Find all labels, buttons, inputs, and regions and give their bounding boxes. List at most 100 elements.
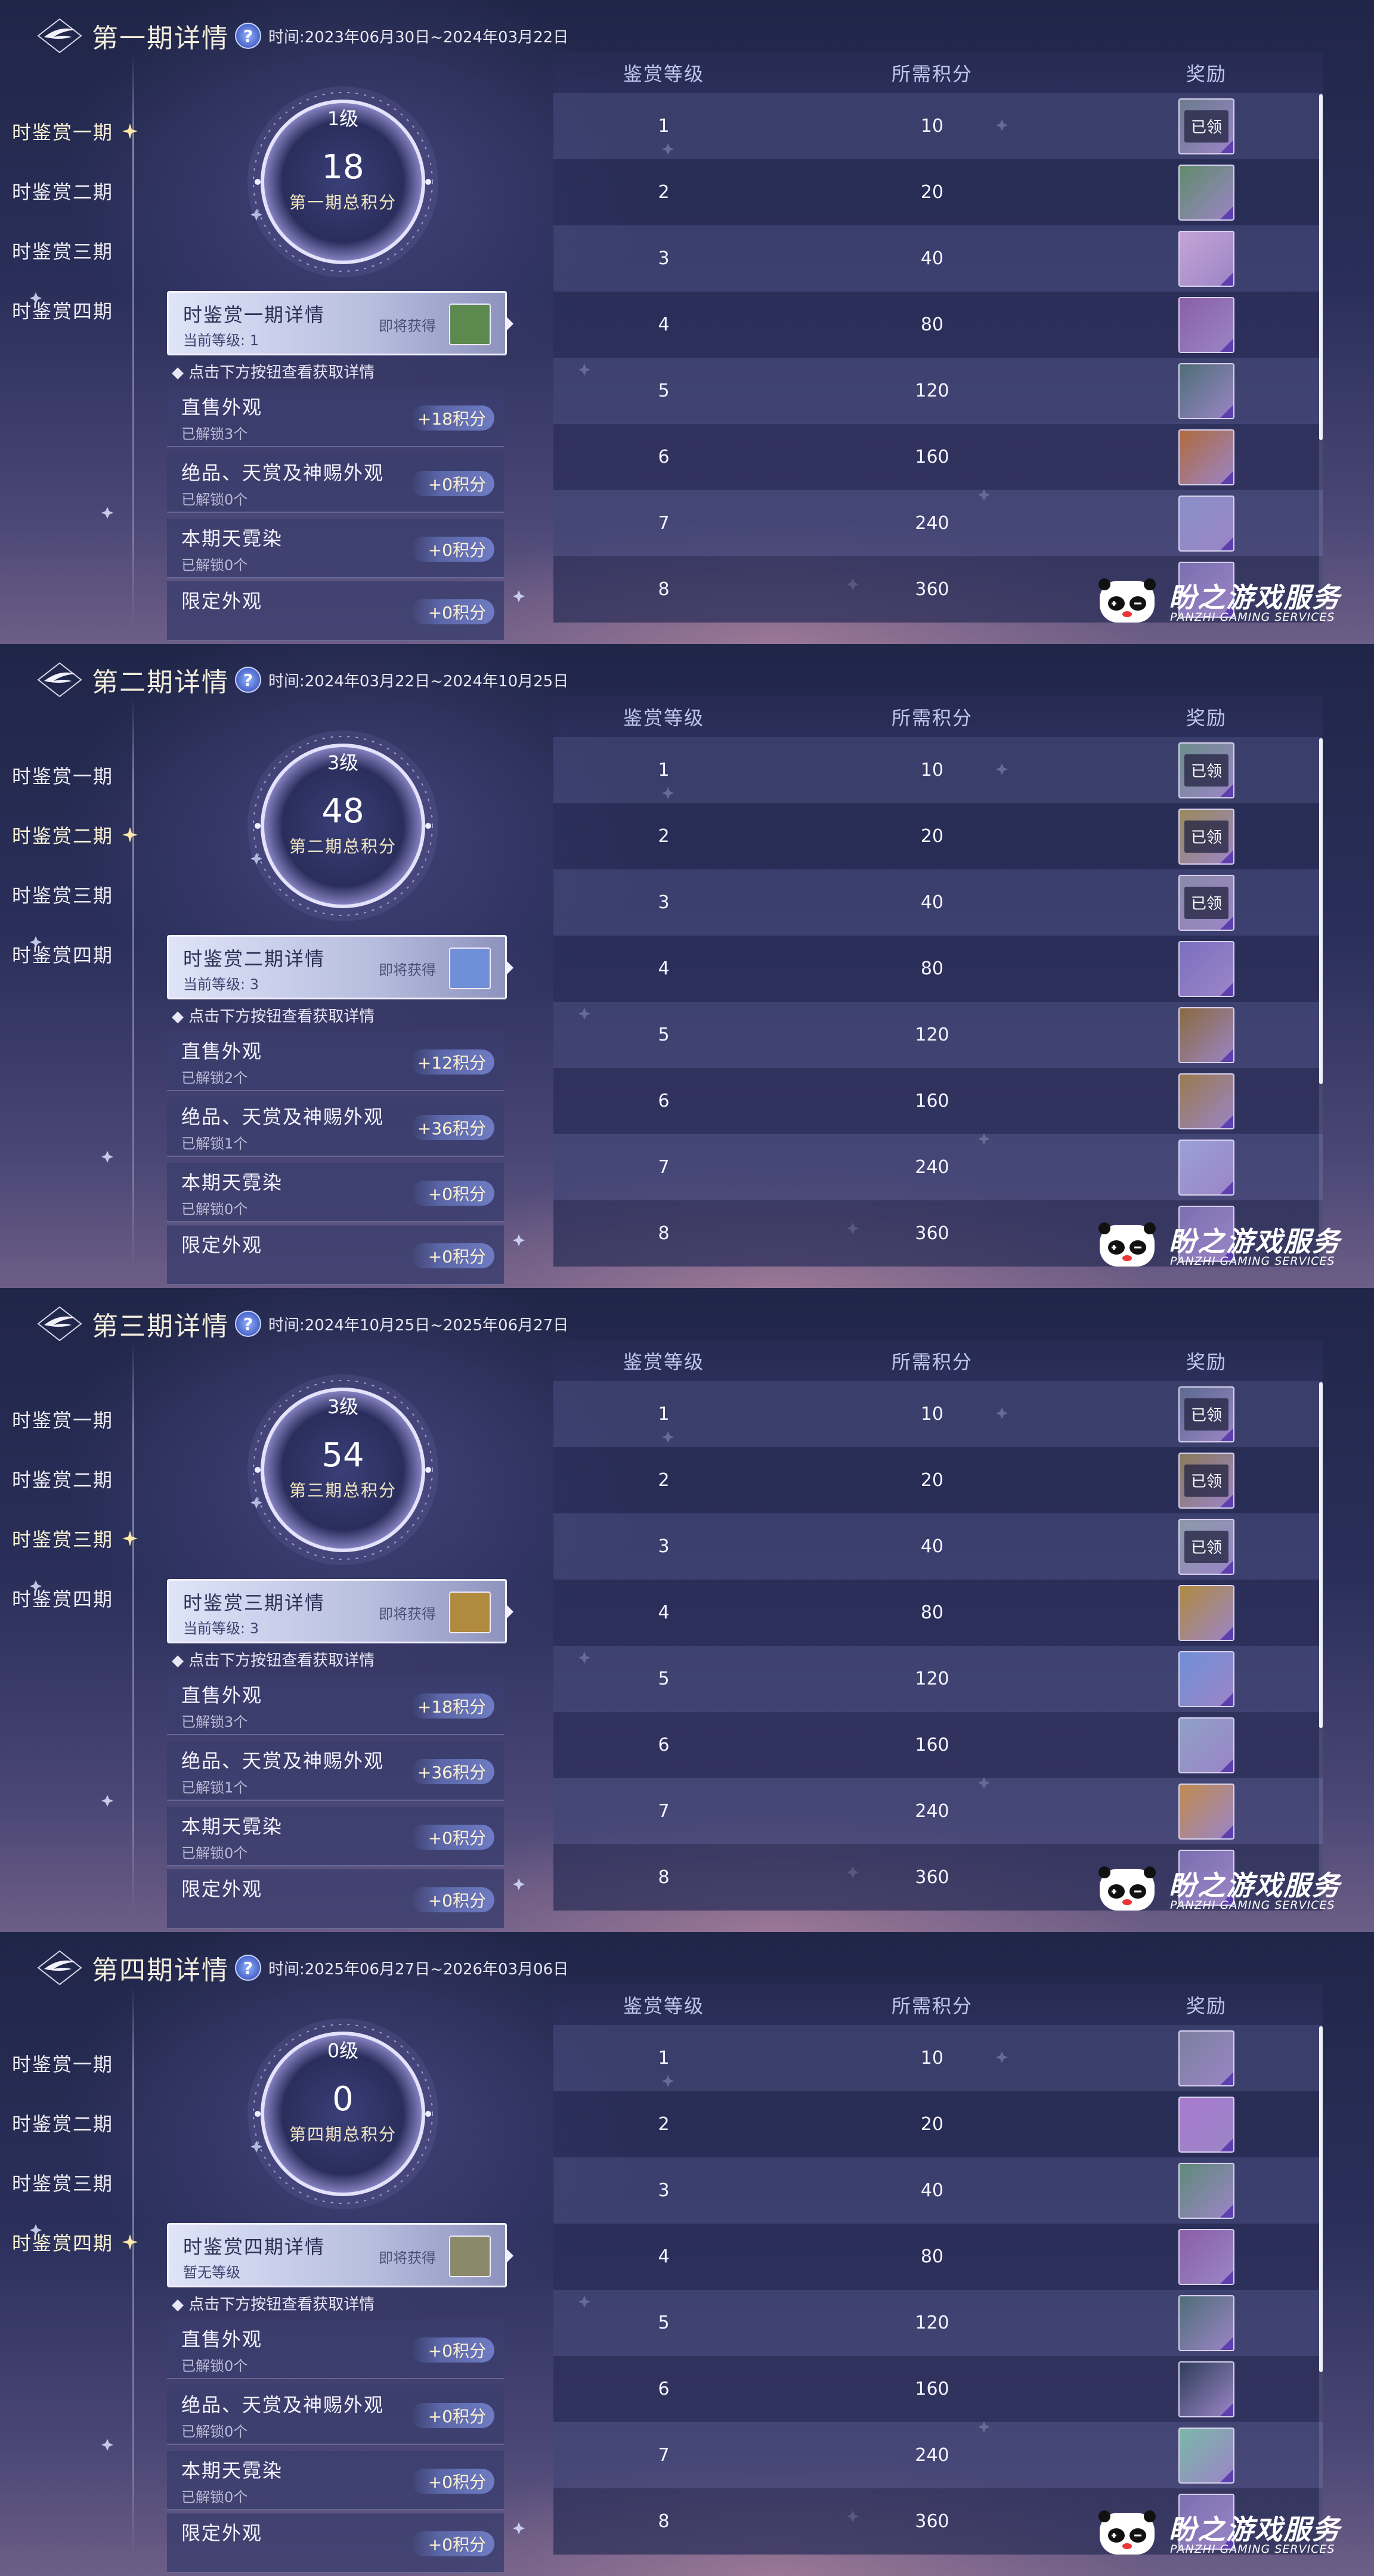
reward-item-icon[interactable] (1178, 1717, 1234, 1773)
reward-item-icon[interactable] (1178, 164, 1234, 221)
help-icon[interactable]: ? (235, 1955, 261, 1981)
category-button[interactable]: 绝品、天赏及神赐外观 已解锁1个 +36积分 (167, 1097, 504, 1157)
reward-item-icon[interactable] (1178, 429, 1234, 485)
nav-item-period-1[interactable]: 时鉴赏一期 (0, 101, 137, 161)
scrollbar-thumb[interactable] (1319, 94, 1323, 440)
category-button[interactable]: 直售外观 已解锁0个 +0积分 (167, 2320, 504, 2379)
watermark: 盼之游戏服务 PANZHI GAMING SERVICES (1097, 2504, 1354, 2564)
reward-cell: 已领 (1090, 1452, 1323, 1509)
reward-item-icon[interactable] (1178, 940, 1234, 997)
reward-item-icon[interactable] (1178, 296, 1234, 353)
category-button[interactable]: 直售外观 已解锁3个 +18积分 (167, 1676, 504, 1735)
next-reward-thumbnail (449, 304, 491, 345)
period-detail-card[interactable]: 时鉴赏一期详情 当前等级: 1 即将获得 (167, 291, 513, 355)
period-detail-card[interactable]: 时鉴赏四期详情 暂无等级 即将获得 (167, 2223, 513, 2287)
category-button[interactable]: 直售外观 已解锁2个 +12积分 (167, 1032, 504, 1091)
reward-item-icon[interactable]: 已领 (1178, 98, 1234, 154)
nav-item-period-2[interactable]: 时鉴赏二期 (0, 161, 137, 221)
nav-item-period-4[interactable]: 时鉴赏四期 (0, 924, 137, 984)
required-points: 20 (920, 2114, 944, 2135)
nav-item-period-3[interactable]: 时鉴赏三期 (0, 221, 137, 280)
period-detail-card[interactable]: 时鉴赏三期详情 当前等级: 3 即将获得 (167, 1579, 513, 1643)
table-row: 5 120 (553, 358, 1323, 424)
required-points: 360 (915, 579, 949, 600)
nav-item-period-1[interactable]: 时鉴赏一期 (0, 745, 137, 805)
category-button[interactable]: 本期天霓染 已解锁0个 +0积分 (167, 1807, 504, 1866)
reward-item-icon[interactable]: 已领 (1178, 1452, 1234, 1509)
reward-item-icon[interactable] (1178, 1073, 1234, 1129)
nav-item-period-2[interactable]: 时鉴赏二期 (0, 805, 137, 865)
category-button[interactable]: 本期天霓染 已解锁0个 +0积分 (167, 519, 504, 578)
category-button[interactable]: 绝品、天赏及神赐外观 已解锁1个 +36积分 (167, 1741, 504, 1801)
active-star-icon (122, 827, 138, 843)
reward-item-icon[interactable] (1178, 2295, 1234, 2351)
table-scrollbar[interactable] (1319, 738, 1323, 1263)
reward-item-icon[interactable] (1178, 1584, 1234, 1641)
scrollbar-thumb[interactable] (1319, 738, 1323, 1084)
table-scrollbar[interactable] (1319, 1382, 1323, 1907)
reward-item-icon[interactable] (1178, 230, 1234, 287)
back-arrow-icon[interactable] (36, 1305, 83, 1343)
table-row: 3 40 (553, 2157, 1323, 2224)
reward-item-icon[interactable] (1178, 1007, 1234, 1063)
table-scrollbar[interactable] (1319, 94, 1323, 619)
category-points: +0积分 (411, 2403, 494, 2428)
reward-corner-mark (1219, 849, 1233, 863)
reward-item-icon[interactable] (1178, 495, 1234, 552)
nav-item-period-4[interactable]: 时鉴赏四期 (0, 1568, 137, 1628)
nav-item-period-3[interactable]: 时鉴赏三期 (0, 865, 137, 924)
reward-item-icon[interactable] (1178, 1783, 1234, 1840)
category-button[interactable]: 限定外观 +0积分 (167, 581, 504, 641)
reward-item-icon[interactable] (1178, 2162, 1234, 2219)
reward-item-icon[interactable]: 已领 (1178, 1518, 1234, 1575)
scrollbar-thumb[interactable] (1319, 2026, 1323, 2372)
back-arrow-icon[interactable] (36, 17, 83, 55)
scrollbar-thumb[interactable] (1319, 1382, 1323, 1728)
table-row: 3 40 (553, 225, 1323, 292)
category-button[interactable]: 限定外观 +0积分 (167, 1869, 504, 1929)
nav-item-period-3[interactable]: 时鉴赏三期 (0, 2153, 137, 2212)
help-icon[interactable]: ? (235, 23, 261, 49)
nav-item-period-2[interactable]: 时鉴赏二期 (0, 1449, 137, 1509)
reward-item-icon[interactable]: 已领 (1178, 742, 1234, 798)
nav-item-period-3[interactable]: 时鉴赏三期 (0, 1509, 137, 1568)
reward-item-icon[interactable] (1178, 2030, 1234, 2086)
nav-item-period-4[interactable]: 时鉴赏四期 (0, 2212, 137, 2272)
category-button[interactable]: 绝品、天赏及神赐外观 已解锁0个 +0积分 (167, 453, 504, 513)
period-detail-card[interactable]: 时鉴赏二期详情 当前等级: 3 即将获得 (167, 935, 513, 999)
table-header-cell: 奖励 (1186, 707, 1227, 729)
category-button[interactable]: 限定外观 +0积分 (167, 1225, 504, 1285)
total-score-ring: 3级 48 第二期总积分 (245, 727, 441, 924)
table-row: 7 240 (553, 1778, 1323, 1844)
reward-item-icon[interactable]: 已领 (1178, 874, 1234, 931)
category-button[interactable]: 直售外观 已解锁3个 +18积分 (167, 388, 504, 447)
help-icon[interactable]: ? (235, 667, 261, 693)
nav-item-period-1[interactable]: 时鉴赏一期 (0, 2033, 137, 2093)
category-button[interactable]: 绝品、天赏及神赐外观 已解锁0个 +0积分 (167, 2385, 504, 2445)
nav-item-period-2[interactable]: 时鉴赏二期 (0, 2093, 137, 2153)
help-icon[interactable]: ? (235, 1311, 261, 1337)
nav-item-period-4[interactable]: 时鉴赏四期 (0, 280, 137, 340)
reward-corner-mark (1219, 1691, 1233, 1706)
table-scrollbar[interactable] (1319, 2026, 1323, 2551)
category-button[interactable]: 本期天霓染 已解锁0个 +0积分 (167, 1163, 504, 1222)
back-arrow-icon[interactable] (36, 661, 83, 699)
reward-corner-mark (1219, 981, 1233, 996)
claimed-badge: 已领 (1184, 886, 1228, 919)
category-button[interactable]: 限定外观 +0积分 (167, 2513, 504, 2573)
reward-item-icon[interactable] (1178, 1139, 1234, 1196)
reward-item-icon[interactable] (1178, 2096, 1234, 2153)
nav-item-period-1[interactable]: 时鉴赏一期 (0, 1389, 137, 1449)
reward-item-icon[interactable]: 已领 (1178, 808, 1234, 865)
table-row: 1 10 已领 (553, 1381, 1323, 1447)
hint-text: ◆ 点击下方按钮查看获取详情 (172, 2296, 375, 2314)
reward-item-icon[interactable] (1178, 2427, 1234, 2484)
back-arrow-icon[interactable] (36, 1949, 83, 1987)
reward-item-icon[interactable] (1178, 2361, 1234, 2417)
reward-item-icon[interactable] (1178, 1651, 1234, 1707)
reward-item-icon[interactable]: 已领 (1178, 1386, 1234, 1442)
category-button[interactable]: 本期天霓染 已解锁0个 +0积分 (167, 2451, 504, 2510)
reward-item-icon[interactable] (1178, 363, 1234, 419)
reward-item-icon[interactable] (1178, 2228, 1234, 2285)
table-header: 鉴赏等级 所需积分 奖励 (553, 1340, 1323, 1381)
